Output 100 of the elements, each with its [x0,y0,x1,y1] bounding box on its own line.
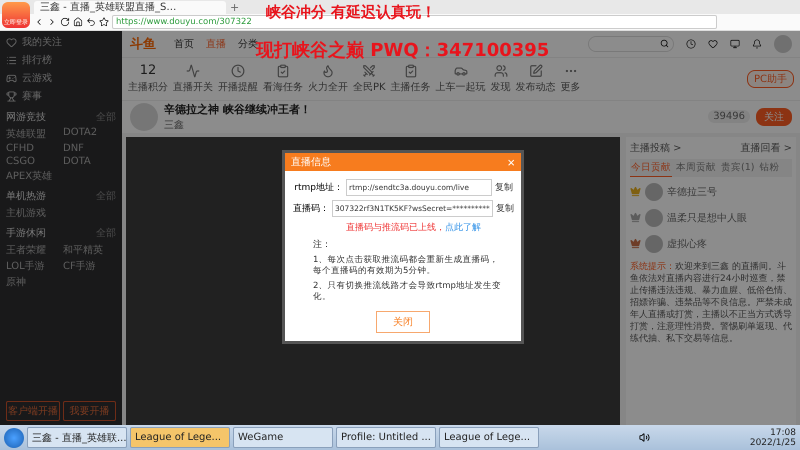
game-link[interactable]: 和平精英 [63,242,116,257]
pc-assistant-button[interactable]: PC助手 [746,70,794,88]
clipboard-icon[interactable] [404,64,418,78]
taskbar-app[interactable]: 三鑫 - 直播_英雄联... [27,427,127,448]
close-button[interactable]: × [507,156,515,168]
user-name[interactable]: 辛德拉三号 [667,184,717,199]
notes-title: 注： [313,238,332,251]
note-text: 2、只有切换推流线路才会导致rtmp地址发生变化。 [313,281,502,303]
rank-tab[interactable]: 钻粉 [758,158,780,177]
stream-button[interactable]: 我要开播 [62,401,116,422]
follow-button[interactable]: 关注 [756,108,792,126]
game-link[interactable]: CFHD [6,142,59,154]
edit-icon[interactable] [528,64,543,78]
game-link[interactable]: DOTA [63,156,116,167]
section-title: 单机热游 [6,190,46,203]
bell-icon[interactable] [752,38,762,49]
rank-tab[interactable]: 今日贡献 [630,158,672,177]
game-link[interactable]: 原神 [6,274,59,289]
copy-link[interactable]: 复制 [496,202,514,215]
nav-link[interactable]: 直播 [206,36,226,51]
undo-icon[interactable] [86,16,96,27]
crown-icon [630,238,641,250]
game-link[interactable]: CF手游 [63,258,116,273]
learn-more-link[interactable]: 点此了解 [445,223,481,233]
follower-count: 39496 [708,110,750,124]
sidebar-item[interactable]: 云游戏 [6,70,116,86]
swords-icon[interactable] [362,64,376,78]
system-notice: 系统提示：欢迎来到三鑫 的直播间。斗鱼依法对直播内容进行24小时巡查，禁止传播违法违规、暴力血腥、低俗色情、招嫖诈骗、违禁品等不良信息。严禁未成年人直播或打赏，主播以不正当方式诱导打赏，注意理性消费。警惕刷单返现、代练代抽、私下交易等信息。 [630,260,792,345]
points-counter[interactable]: 12 主播积分 [128,63,168,94]
game-link[interactable]: 王者荣耀 [6,242,59,257]
close-dialog-button[interactable]: 关闭 [376,311,430,333]
game-link[interactable]: LOL手游 [6,258,59,273]
warning-text: 直播码与推流码已上线，点此了解 [346,222,482,234]
browser-tab[interactable]: 三鑫 - 直播_英雄联盟直播_S… [34,0,226,14]
streamer-name[interactable]: 三鑫 [164,118,311,132]
sidebar-item[interactable]: 排行榜 [6,52,116,68]
history-icon[interactable] [686,38,696,49]
heart-icon[interactable] [708,38,718,49]
game-link[interactable]: DOTA2 [63,126,116,141]
search-field[interactable] [588,36,674,52]
crown-icon [630,186,641,198]
pulse-icon[interactable] [186,64,200,78]
taskbar-app[interactable]: WeGame [233,427,333,448]
sidebar-item[interactable]: 我的关注 [6,34,116,50]
toolbar-label[interactable]: 火力全开 [308,80,348,94]
sidebar-item[interactable]: 赛事 [6,88,116,104]
rank-tab[interactable]: 贵宾(1) [720,158,756,177]
trophy-icon [6,90,17,102]
star-icon[interactable] [99,16,109,27]
rank-tab[interactable]: 本周贡献 [675,158,717,177]
game-link[interactable]: DNF [63,142,116,154]
volume-icon[interactable] [638,432,650,444]
toolbar-label[interactable]: 更多 [560,80,581,94]
taskbar-app[interactable]: Profile: Untitled ... [336,427,436,448]
game-link[interactable]: 英雄联盟 [6,126,59,141]
user-name[interactable]: 虚拟心疼 [667,236,707,251]
monitor-icon[interactable] [730,38,740,49]
note-text: 1、每次点击获取推流码都会重新生成直播码，每个直播码的有效期为5分钟。 [313,255,500,277]
nav-link[interactable]: 首页 [174,36,194,51]
game-link[interactable]: APEX英雄 [6,168,59,183]
room-title: 辛德拉之神 峡谷继续冲王者！ [164,102,311,117]
game-link[interactable]: 主机游戏 [6,206,59,220]
toolbar-label[interactable]: 直播开关 [173,80,213,94]
nav-link[interactable]: 分类 [238,36,258,51]
flame-icon[interactable] [321,64,335,78]
toolbar-label[interactable]: 主播任务 [390,80,431,94]
taskbar-app[interactable]: League of Lege... [130,427,230,448]
overlay-caption: 现打峡谷之巅 PWQ：347100395 [256,40,550,62]
toolbar-label[interactable]: 开播提醒 [218,80,258,94]
user-avatar [645,234,663,253]
toolbar-label[interactable]: 看海任务 [263,80,303,94]
home-icon[interactable] [73,16,83,27]
user-name[interactable]: 温柔只是想中人眼 [667,210,747,225]
panel-link[interactable]: 主播投稿 > [630,140,682,155]
copy-link[interactable]: 复制 [495,181,513,194]
taskbar-app[interactable]: League of Lege... [439,427,539,448]
panel-link[interactable]: 直播回看 > [740,140,792,155]
heart-icon [6,36,17,48]
toolbar-label[interactable]: 全民PK [353,80,386,94]
sidebar-label: 云游戏 [22,72,52,86]
clipboard-icon[interactable] [276,64,290,78]
search-icon [660,39,669,48]
start-button[interactable] [4,428,24,448]
toolbar-label[interactable]: 发布动态 [516,80,556,94]
user-avatar [645,208,663,227]
reload-icon[interactable] [60,16,70,27]
sidebar-label: 赛事 [22,90,42,104]
toolbar-label[interactable]: 上车一起玩 [436,80,486,94]
toolbar-label[interactable]: 发现 [490,80,511,94]
clock[interactable]: 17:08 2022/1/25 [750,428,796,448]
users-icon[interactable] [494,64,508,78]
game-link[interactable]: CSGO [6,156,59,167]
section-title: 手游休闲 [6,226,46,240]
stream-button[interactable]: 客户端开播 [6,401,60,422]
user-avatar [645,182,663,201]
clock-icon[interactable] [231,64,245,78]
sidebar-label: 我的关注 [22,36,62,50]
new-tab-button[interactable]: + [230,0,240,14]
field-label: rtmp地址： [293,182,343,194]
site-logo[interactable]: 斗鱼 [130,34,156,53]
